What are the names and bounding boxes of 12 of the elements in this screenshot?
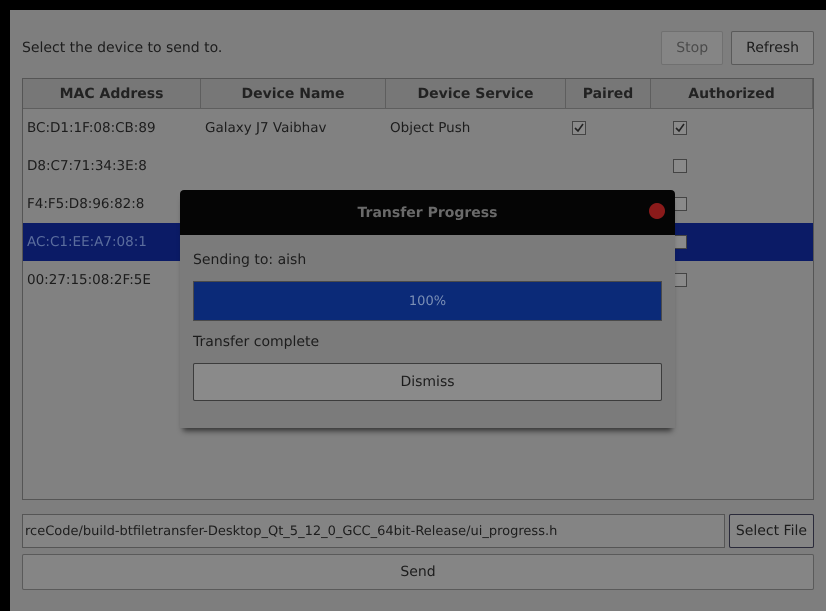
sending-label: Sending to: aish <box>193 251 308 270</box>
table-cell: BC:D1:1F:08:CB:89 <box>27 120 156 136</box>
table-cell: 00:27:15:08:2F:5E <box>27 272 151 288</box>
table-cell: Galaxy J7 Vaibhav <box>205 120 326 136</box>
table-cell: D8:C7:71:34:3E:8 <box>27 158 147 174</box>
table-cell: Object Push <box>390 120 470 136</box>
status-label: Transfer complete <box>193 333 320 352</box>
table-cell: F4:F5:D8:96:82:8 <box>27 196 144 212</box>
table-cell: AC:C1:EE:A7:08:1 <box>27 234 147 250</box>
instruction-label: Select the device to send to. <box>22 40 224 56</box>
dialog-title: Transfer Progress <box>358 204 498 220</box>
progress-reading: 100% <box>408 292 448 310</box>
